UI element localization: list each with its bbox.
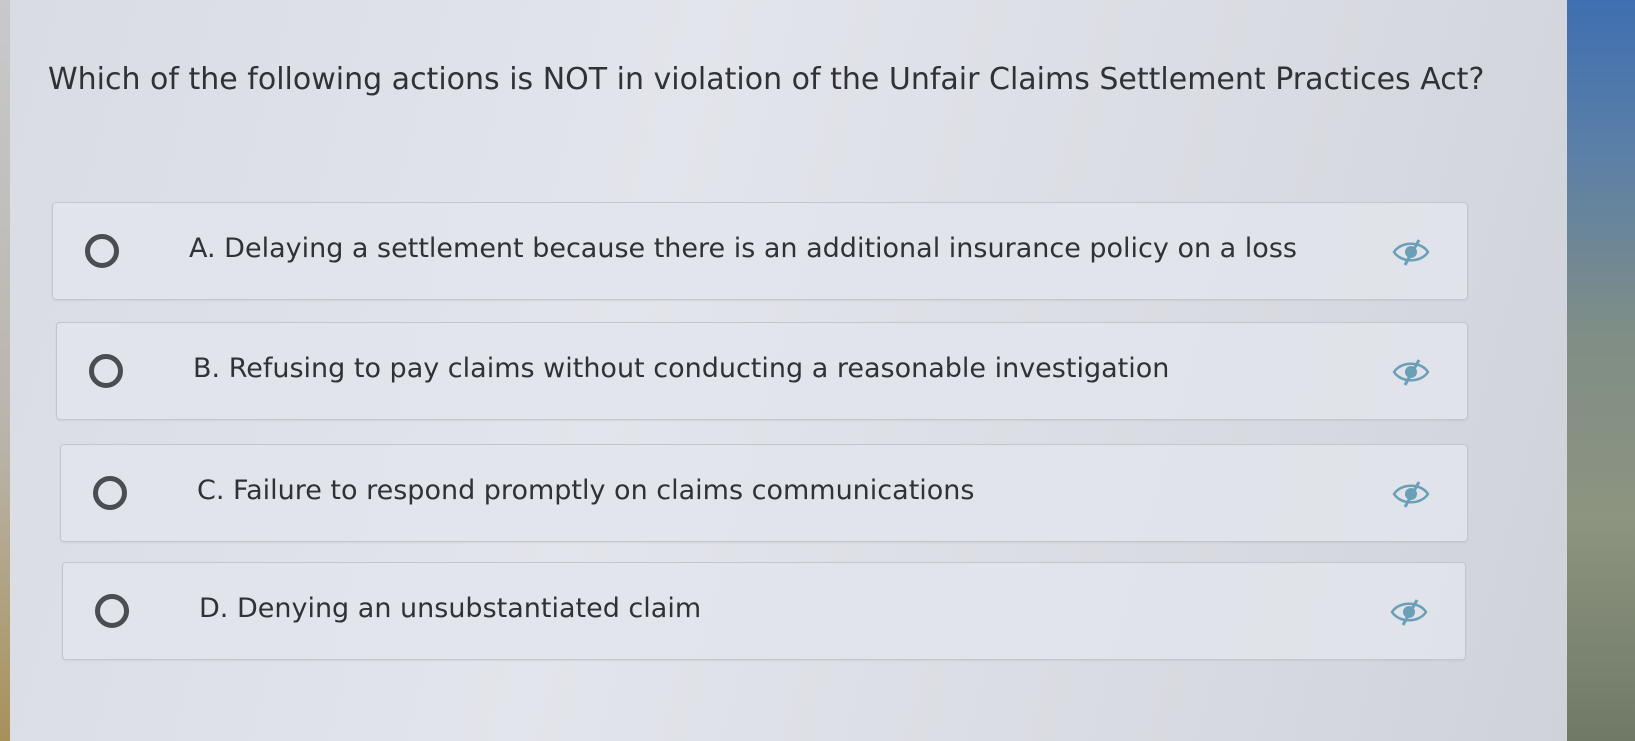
answer-label-c: C. Failure to respond promptly on claims…: [197, 475, 975, 506]
radio-button-c[interactable]: [93, 476, 127, 510]
answer-label-a: A. Delaying a settlement because there i…: [189, 233, 1297, 264]
answer-label-b: B. Refusing to pay claims without conduc…: [193, 353, 1170, 384]
right-bezel: [1567, 0, 1635, 741]
radio-button-d[interactable]: [95, 594, 129, 628]
eliminate-answer-b-icon[interactable]: [1391, 357, 1431, 387]
answer-option-b[interactable]: B. Refusing to pay claims without conduc…: [56, 322, 1468, 420]
answer-option-c[interactable]: C. Failure to respond promptly on claims…: [60, 444, 1468, 542]
answer-label-d: D. Denying an unsubstantiated claim: [199, 593, 702, 624]
left-bezel: [0, 0, 10, 741]
eliminate-answer-a-icon[interactable]: [1391, 237, 1431, 267]
question-text: Which of the following actions is NOT in…: [48, 62, 1485, 97]
eliminate-answer-c-icon[interactable]: [1391, 479, 1431, 509]
answer-option-a[interactable]: A. Delaying a settlement because there i…: [52, 202, 1468, 300]
answer-option-d[interactable]: D. Denying an unsubstantiated claim: [62, 562, 1466, 660]
radio-button-a[interactable]: [85, 234, 119, 268]
radio-button-b[interactable]: [89, 354, 123, 388]
question-screen: Which of the following actions is NOT in…: [10, 0, 1567, 741]
eliminate-answer-d-icon[interactable]: [1389, 597, 1429, 627]
